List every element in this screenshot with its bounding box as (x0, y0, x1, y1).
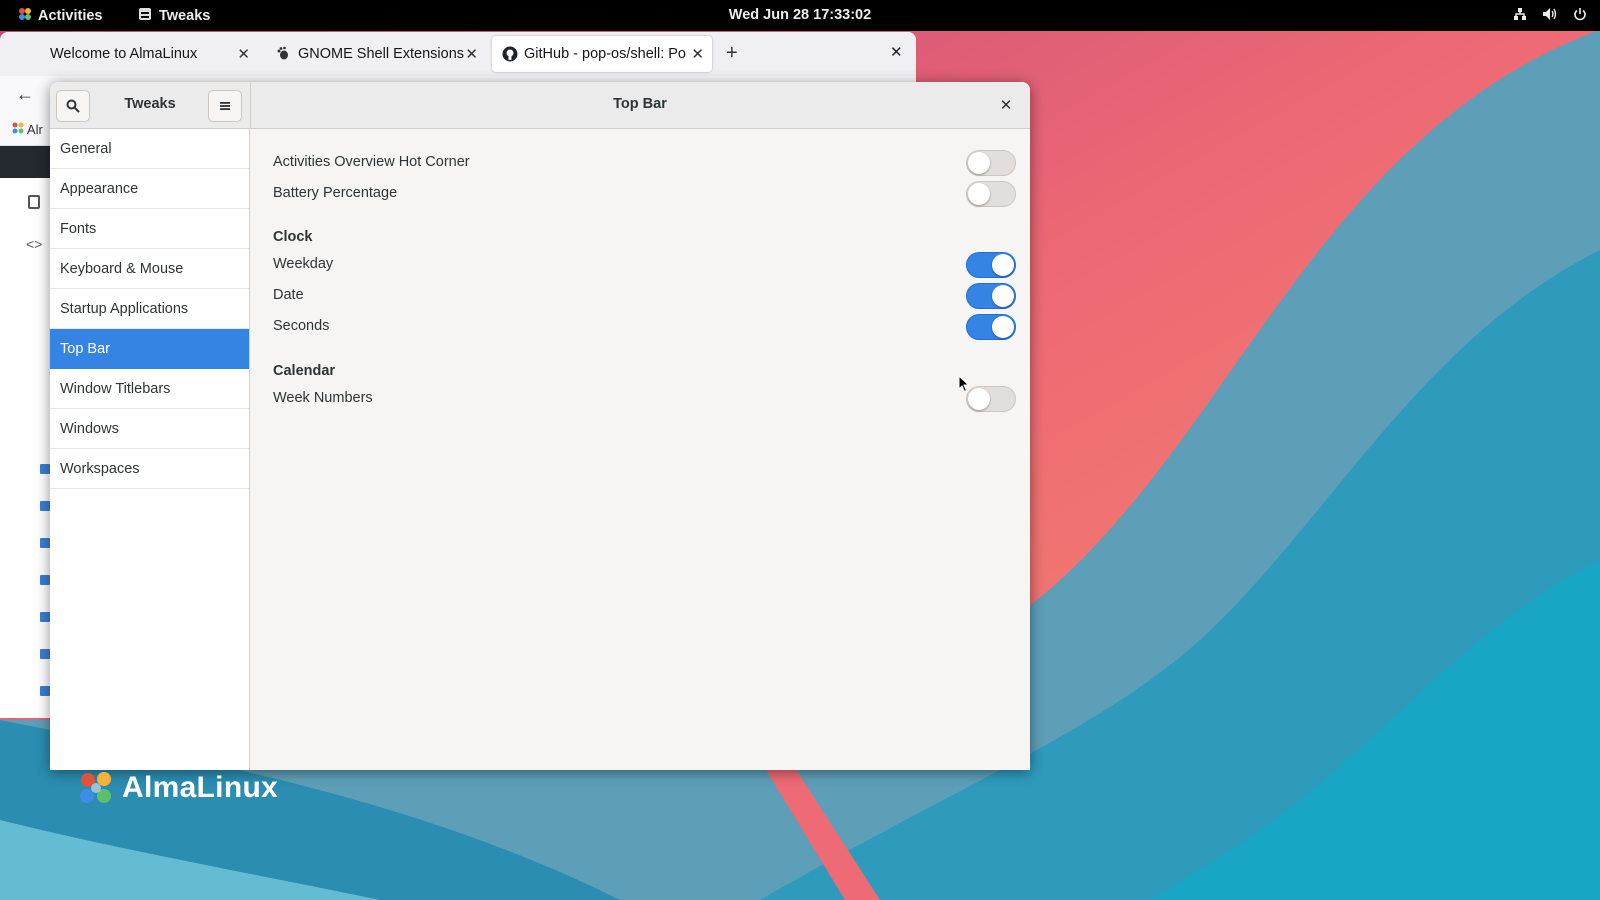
folder-icon (40, 686, 50, 696)
settings-panel: Activities Overview Hot Corner Battery P… (251, 129, 1030, 770)
sidebar-item-keyboard-mouse[interactable]: Keyboard & Mouse (50, 249, 249, 289)
bookmark-almalinux[interactable]: Alr (12, 122, 43, 137)
switch-knob (992, 254, 1014, 276)
setting-row-battery-percentage: Battery Percentage (273, 179, 1016, 209)
browser-close-button[interactable]: ✕ (890, 43, 903, 61)
browser-tab-strip: Welcome to AlmaLinux ✕ GNOME Shell Exten… (0, 32, 916, 76)
browser-tab-welcome[interactable]: Welcome to AlmaLinux ✕ (40, 36, 258, 72)
repo-icon (28, 195, 40, 209)
setting-row-seconds: Seconds (273, 312, 1016, 342)
back-arrow-icon[interactable]: ← (16, 84, 34, 105)
setting-label: Activities Overview Hot Corner (273, 154, 470, 170)
hot-corner-switch[interactable] (966, 150, 1016, 176)
switch-knob (992, 316, 1014, 338)
seconds-switch[interactable] (966, 314, 1016, 340)
top-panel: Activities Tweaks Wed Jun 28 17:33:02 (0, 0, 1600, 31)
switch-knob (992, 285, 1014, 307)
sidebar-item-top-bar[interactable]: Top Bar (50, 329, 249, 369)
close-icon[interactable]: ✕ (691, 45, 704, 63)
github-icon (502, 46, 518, 62)
tweaks-window: Tweaks Top Bar ✕ General Appearance Font… (50, 82, 1030, 770)
setting-row-hot-corner: Activities Overview Hot Corner (273, 148, 1016, 178)
network-icon[interactable] (1512, 6, 1528, 22)
setting-label: Seconds (273, 318, 330, 334)
setting-label: Date (273, 287, 304, 303)
weekday-switch[interactable] (966, 252, 1016, 278)
sidebar-item-general[interactable]: General (50, 129, 249, 169)
power-icon[interactable] (1572, 6, 1588, 22)
page-title: Top Bar (613, 96, 667, 112)
gnome-foot-icon (276, 46, 292, 62)
folder-icon (40, 575, 50, 585)
almalinux-brand-text: AlmaLinux (122, 771, 279, 804)
almalinux-desktop-logo: AlmaLinux (76, 768, 278, 808)
switch-knob (968, 388, 990, 410)
battery-percentage-switch[interactable] (966, 181, 1016, 207)
browser-tab-label: GitHub - pop-os/shell: Po (524, 46, 686, 62)
search-button[interactable] (56, 90, 90, 122)
setting-label: Battery Percentage (273, 185, 398, 201)
sidebar-item-window-titlebars[interactable]: Window Titlebars (50, 369, 249, 409)
code-icon: <> (26, 236, 43, 252)
close-icon[interactable]: ✕ (465, 45, 478, 63)
almalinux-logo-icon (12, 122, 24, 134)
window-close-button[interactable]: ✕ (995, 94, 1017, 116)
setting-label: Weekday (273, 256, 334, 272)
sidebar-item-appearance[interactable]: Appearance (50, 169, 249, 209)
browser-tab-label: Welcome to AlmaLinux (50, 46, 198, 62)
browser-tab-gnome-extensions[interactable]: GNOME Shell Extensions ✕ (266, 36, 486, 72)
clock[interactable]: Wed Jun 28 17:33:02 (0, 7, 1600, 23)
hamburger-menu-icon (220, 102, 230, 110)
folder-icon (40, 464, 50, 474)
header-bar: Tweaks Top Bar ✕ (50, 82, 1030, 129)
switch-knob (968, 183, 990, 205)
section-header-clock: Clock (273, 229, 313, 245)
mouse-cursor-icon (958, 375, 970, 393)
close-icon: ✕ (999, 97, 1013, 114)
sidebar-item-windows[interactable]: Windows (50, 409, 249, 449)
browser-tab-label: GNOME Shell Extensions (298, 46, 465, 62)
bookmark-label: Alr (26, 122, 43, 137)
system-tray[interactable] (1512, 6, 1588, 22)
folder-icon (40, 612, 50, 622)
setting-label: Week Numbers (273, 390, 373, 406)
folder-icon (40, 538, 50, 548)
sidebar-item-fonts[interactable]: Fonts (50, 209, 249, 249)
sidebar-item-startup-applications[interactable]: Startup Applications (50, 289, 249, 329)
almalinux-logo-icon (80, 772, 111, 803)
main-menu-button[interactable] (208, 90, 242, 122)
setting-row-date: Date (273, 281, 1016, 311)
setting-row-week-numbers: Week Numbers (273, 384, 1016, 414)
sidebar: General Appearance Fonts Keyboard & Mous… (50, 129, 250, 770)
search-icon (66, 99, 80, 113)
switch-knob (968, 152, 990, 174)
new-tab-button[interactable]: + (726, 42, 738, 65)
week-numbers-switch[interactable] (966, 386, 1016, 412)
section-header-calendar: Calendar (273, 363, 336, 379)
folder-icon (40, 501, 50, 511)
app-title: Tweaks (124, 96, 176, 112)
close-icon[interactable]: ✕ (237, 45, 250, 63)
volume-icon[interactable] (1542, 6, 1558, 22)
date-switch[interactable] (966, 283, 1016, 309)
browser-tab-github[interactable]: GitHub - pop-os/shell: Po ✕ (492, 36, 712, 72)
setting-row-weekday: Weekday (273, 250, 1016, 280)
sidebar-item-workspaces[interactable]: Workspaces (50, 449, 249, 489)
folder-icon (40, 649, 50, 659)
